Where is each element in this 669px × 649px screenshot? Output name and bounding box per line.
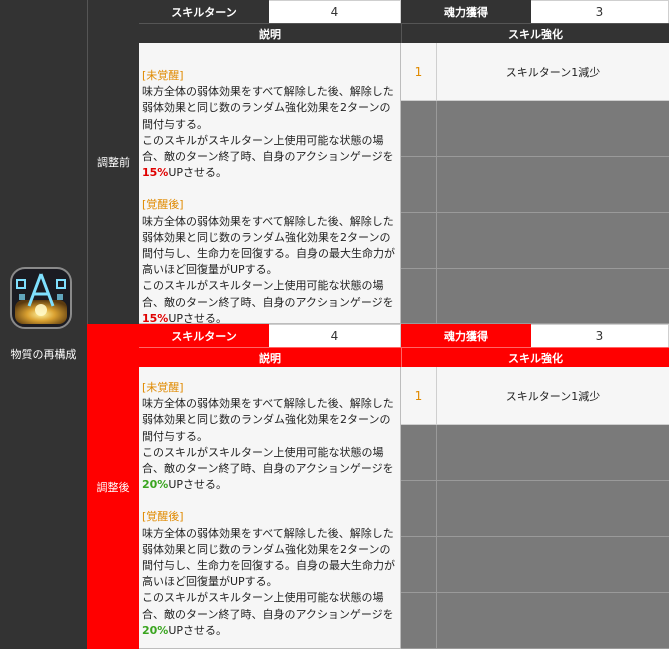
enhance-empty-effect: [437, 481, 669, 537]
enhance-empty-effect: [437, 537, 669, 593]
description-header: 説明: [139, 23, 401, 43]
soul-label: 魂力獲得: [401, 324, 531, 347]
enhance-header: スキル強化: [401, 23, 669, 43]
enhance-effect: スキルターン1減少: [437, 367, 669, 425]
cooldown-label: スキルターン: [139, 324, 269, 347]
enhance-header: スキル強化: [401, 347, 669, 367]
gauge-percent: 15%: [142, 166, 169, 180]
enhance-effect: スキルターン1減少: [437, 43, 669, 101]
cooldown-value: 4: [269, 0, 401, 23]
description-header: 説明: [139, 347, 401, 367]
tag-unawakened: [未覚醒]: [142, 69, 184, 82]
tag-unawakened: [未覚醒]: [142, 381, 184, 394]
gauge-percent: 20%: [142, 623, 169, 637]
gauge-percent: 20%: [142, 478, 169, 492]
enhance-empty-level: [401, 481, 437, 537]
enhance-empty-effect: [437, 213, 669, 269]
skill-name: 物質の再構成: [10, 348, 77, 361]
enhance-empty-effect: [437, 269, 669, 324]
section-label-after: 調整後: [87, 324, 139, 649]
enhance-level: 1: [401, 43, 437, 101]
enhance-empty-effect: [437, 593, 669, 649]
gauge-percent: 15%: [142, 311, 169, 325]
soul-value: 3: [531, 324, 669, 347]
section-label-text: 調整後: [96, 480, 130, 494]
description-text: [未覚醒] 味方全体の弱体効果をすべて解除した後、解除した 弱体効果と同じ数のラ…: [139, 43, 401, 325]
enhance-empty-effect: [437, 425, 669, 481]
enhance-empty-level: [401, 101, 437, 157]
skill-icon: [9, 266, 73, 330]
soul-value: 3: [531, 0, 669, 23]
enhance-empty-level: [401, 157, 437, 213]
soul-label: 魂力獲得: [401, 0, 531, 23]
enhance-empty-level: [401, 213, 437, 269]
cooldown-value: 4: [269, 324, 401, 347]
description-text: [未覚醒] 味方全体の弱体効果をすべて解除した後、解除した 弱体効果と同じ数のラ…: [139, 367, 401, 649]
cooldown-label: スキルターン: [139, 0, 269, 23]
enhance-level: 1: [401, 367, 437, 425]
tag-awakened: [覚醒後]: [142, 198, 184, 212]
section-label-text: 調整前: [97, 156, 130, 169]
enhance-empty-level: [401, 537, 437, 593]
section-label-before: 調整前: [87, 0, 139, 324]
enhance-empty-effect: [437, 101, 669, 157]
enhance-empty-level: [401, 593, 437, 649]
skill-column: 物質の再構成: [0, 0, 87, 649]
enhance-empty-effect: [437, 157, 669, 213]
enhance-empty-level: [401, 425, 437, 481]
enhance-empty-level: [401, 269, 437, 324]
tag-awakened: [覚醒後]: [142, 510, 184, 524]
